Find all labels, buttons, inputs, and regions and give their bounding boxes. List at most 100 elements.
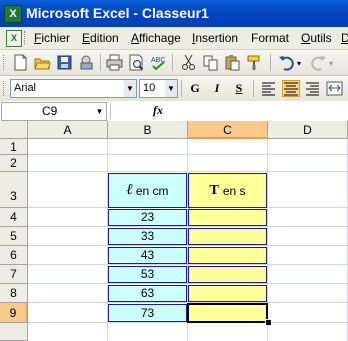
workbook-icon[interactable]: X — [6, 30, 22, 47]
formula-input[interactable] — [175, 102, 347, 120]
menu-edition-rest: dition — [90, 31, 119, 45]
toolbar-grip[interactable] — [3, 81, 7, 96]
align-left-icon[interactable] — [260, 80, 277, 97]
menu-insertion-rest: nsertion — [195, 31, 239, 45]
formula-divider — [110, 103, 111, 119]
cell-c5[interactable] — [188, 228, 267, 245]
new-document-icon[interactable] — [12, 54, 29, 71]
menu-grip[interactable] — [24, 31, 27, 45]
cell-c7[interactable] — [188, 266, 267, 283]
align-center-button[interactable] — [282, 80, 300, 97]
align-center-icon — [284, 82, 298, 96]
column-header-b[interactable]: B — [108, 121, 188, 139]
toolbar-separator — [270, 54, 271, 71]
underline-button[interactable]: S — [230, 80, 248, 97]
toolbar-separator — [100, 54, 101, 71]
bold-button[interactable]: G — [186, 80, 204, 97]
font-name-combo[interactable]: Arial ▼ — [10, 79, 137, 98]
row-header-9[interactable]: 9 — [0, 303, 28, 323]
row-header-2[interactable]: 2 — [0, 155, 28, 172]
cell-c4[interactable] — [188, 209, 267, 226]
row-header-4[interactable]: 4 — [0, 208, 28, 227]
row-header-5[interactable]: 5 — [0, 227, 28, 246]
window-title: Microsoft Excel - Classeur1 — [26, 5, 209, 21]
print-preview-icon[interactable] — [128, 54, 145, 71]
standard-toolbar: ABC ▾ ▾ — [0, 50, 348, 76]
row-header-6[interactable]: 6 — [0, 246, 28, 265]
formatting-toolbar: Arial ▼ 10 ▼ G I S — [0, 76, 348, 102]
undo-dropdown-icon[interactable]: ▾ — [297, 59, 301, 68]
menu-outils-key: O — [301, 31, 311, 45]
print-icon[interactable] — [106, 54, 123, 71]
gridline — [28, 264, 348, 265]
open-folder-icon[interactable] — [34, 54, 51, 71]
period-unit-label: en s — [222, 183, 246, 198]
cell-b7[interactable]: 53 — [108, 266, 187, 283]
italic-button[interactable]: I — [208, 80, 226, 97]
gridline — [28, 283, 348, 284]
undo-icon[interactable] — [278, 54, 295, 71]
menu-donnees[interactable]: D — [341, 31, 348, 45]
menu-affichage-key: A — [131, 31, 140, 45]
chevron-down-icon[interactable]: ▼ — [93, 103, 106, 120]
copy-icon[interactable] — [202, 54, 219, 71]
gridline — [28, 226, 348, 227]
format-painter-icon[interactable] — [246, 54, 263, 71]
spelling-icon[interactable]: ABC — [150, 54, 167, 71]
menu-insertion[interactable]: Insertion — [192, 31, 238, 45]
paste-icon[interactable] — [224, 54, 241, 71]
fill-handle[interactable] — [265, 319, 272, 326]
toolbar-grip[interactable] — [3, 55, 7, 70]
gridline — [28, 245, 348, 246]
row-header-10[interactable] — [0, 323, 28, 341]
cell-c6[interactable] — [188, 247, 267, 264]
cell-c3-header[interactable]: T en s — [188, 173, 267, 208]
toolbar-separator — [253, 80, 254, 97]
cut-icon[interactable] — [180, 54, 197, 71]
menu-donnees-key: D — [341, 31, 348, 45]
active-cell-outline — [187, 303, 268, 323]
menu-outils[interactable]: Outils — [301, 31, 332, 45]
permission-icon[interactable] — [78, 54, 95, 71]
spreadsheet-grid[interactable]: A B C D 1 2 3 4 5 6 7 8 9 ℓ en cm T en s… — [0, 121, 348, 341]
cell-b9[interactable]: 73 — [108, 304, 187, 322]
title-bar[interactable]: X Microsoft Excel - Classeur1 — [0, 0, 348, 27]
column-header-a[interactable]: A — [28, 121, 108, 139]
merge-center-icon[interactable] — [326, 80, 343, 97]
cell-c8[interactable] — [188, 285, 267, 302]
row-header-1[interactable]: 1 — [0, 139, 28, 155]
menu-format[interactable]: Format — [251, 31, 289, 45]
gridline — [28, 154, 348, 155]
name-box[interactable]: C9 ▼ — [1, 102, 107, 121]
row-header-7[interactable]: 7 — [0, 265, 28, 284]
column-header-d[interactable]: D — [268, 121, 348, 139]
cell-b6[interactable]: 43 — [108, 247, 187, 264]
menu-edition-key: E — [82, 31, 91, 45]
row-header-8[interactable]: 8 — [0, 284, 28, 303]
font-size-value: 10 — [143, 82, 156, 94]
menu-affichage[interactable]: Affichage — [131, 31, 181, 45]
cell-b3-header[interactable]: ℓ en cm — [108, 173, 187, 208]
select-all-corner[interactable] — [0, 121, 28, 139]
cell-b5[interactable]: 33 — [108, 228, 187, 245]
column-header-c[interactable]: C — [188, 121, 268, 139]
menu-edition[interactable]: Edition — [82, 31, 119, 45]
name-box-value: C9 — [42, 104, 58, 118]
excel-app-icon[interactable]: X — [4, 5, 22, 23]
chevron-down-icon[interactable]: ▼ — [124, 80, 136, 97]
menu-format-rest: Format — [251, 31, 290, 45]
row-header-3[interactable]: 3 — [0, 172, 28, 208]
menu-outils-rest: utils — [310, 31, 332, 45]
cell-b4[interactable]: 23 — [108, 209, 187, 226]
redo-icon[interactable] — [310, 54, 327, 71]
save-icon[interactable] — [56, 54, 73, 71]
chevron-down-icon[interactable]: ▼ — [165, 80, 177, 97]
font-size-combo[interactable]: 10 ▼ — [139, 79, 178, 98]
menu-fichier[interactable]: Fichier — [34, 31, 70, 45]
insert-function-icon[interactable]: fx — [153, 103, 163, 118]
cell-b8[interactable]: 63 — [108, 285, 187, 302]
length-unit-label: en cm — [135, 183, 169, 198]
menu-affichage-rest: ffichage — [139, 31, 181, 45]
redo-dropdown-icon[interactable]: ▾ — [329, 59, 333, 68]
align-right-icon[interactable] — [304, 80, 321, 97]
